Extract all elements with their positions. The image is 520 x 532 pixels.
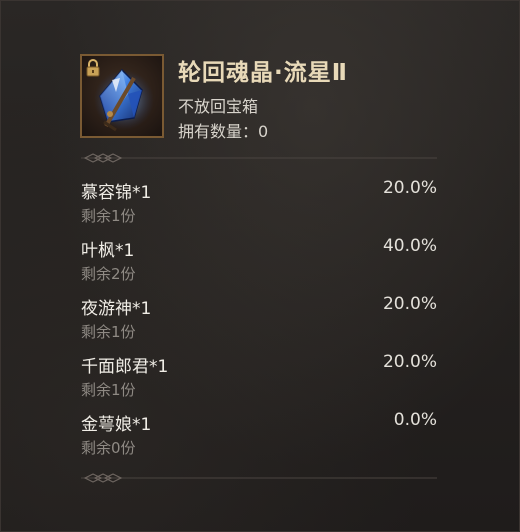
reward-row: 千面郎君*1 剩余1份 20.0% <box>81 350 437 408</box>
reward-rate: 20.0% <box>382 352 437 372</box>
reward-list: 慕容锦*1 剩余1份 20.0% 叶枫*1 剩余2份 40.0% 夜游神*1 剩… <box>81 176 437 466</box>
reward-rate: 40.0% <box>382 236 437 256</box>
reward-name: 叶枫*1 <box>81 241 135 261</box>
reward-remaining: 剩余0份 <box>81 439 136 457</box>
item-tooltip-panel: 轮回魂晶·流星Ⅱ 不放回宝箱 拥有数量：0 慕容锦*1 剩余1份 20.0% 叶… <box>0 0 520 532</box>
reward-row: 慕容锦*1 剩余1份 20.0% <box>81 176 437 234</box>
reward-row: 金萼娘*1 剩余0份 0.0% <box>81 408 437 466</box>
reward-remaining: 剩余1份 <box>81 207 136 225</box>
reward-row: 夜游神*1 剩余1份 20.0% <box>81 292 437 350</box>
reward-name: 金萼娘*1 <box>81 415 152 435</box>
reward-row: 叶枫*1 剩余2份 40.0% <box>81 234 437 292</box>
lock-icon <box>86 59 100 77</box>
item-icon-frame[interactable] <box>80 54 164 138</box>
reward-rate: 20.0% <box>382 294 437 314</box>
reward-remaining: 剩余1份 <box>81 381 136 399</box>
reward-name: 慕容锦*1 <box>81 183 152 203</box>
item-subtitle: 不放回宝箱 <box>178 97 259 116</box>
reward-name: 夜游神*1 <box>81 299 152 319</box>
reward-rate: 20.0% <box>382 178 437 198</box>
item-title: 轮回魂晶·流星Ⅱ <box>178 60 348 86</box>
reward-rate: 0.0% <box>393 410 437 430</box>
reward-remaining: 剩余1份 <box>81 323 136 341</box>
reward-name: 千面郎君*1 <box>81 357 169 377</box>
ornament-divider-bottom <box>81 473 437 483</box>
item-count: 拥有数量：0 <box>178 122 269 141</box>
reward-remaining: 剩余2份 <box>81 265 136 283</box>
ornament-divider-top <box>81 153 437 163</box>
